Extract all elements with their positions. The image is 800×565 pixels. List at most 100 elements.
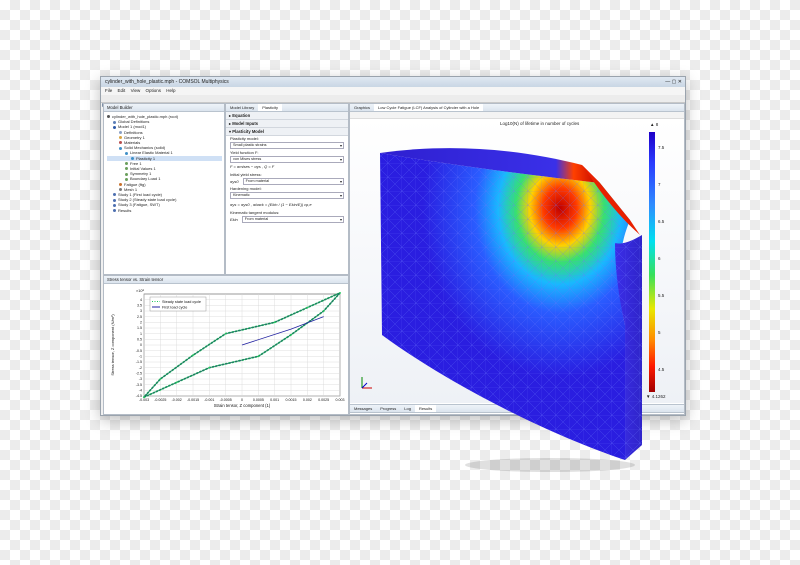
material-icon (125, 151, 128, 155)
section-model-inputs[interactable]: ▸ Model Inputs (226, 120, 348, 128)
y-tick-label: -0.5 (136, 349, 142, 353)
title-bar: cylinder_with_hole_plastic.mph - COMSOL … (101, 77, 685, 87)
y-tick-label: 1.5 (137, 326, 142, 330)
globe-icon (113, 120, 116, 124)
tab-lcf-analysis[interactable]: Low Cycle Fatigue (LCF) Analysis of Cyli… (374, 104, 484, 111)
x-tick-label: -0.0025 (154, 398, 166, 402)
tangent-select[interactable]: From material (241, 216, 344, 223)
plasticity-model-label: Plasticity model: (230, 136, 259, 141)
model-icon (113, 125, 116, 129)
y-tick-label: 2.5 (137, 315, 142, 319)
fatigue-icon (119, 183, 122, 187)
data-point (339, 291, 341, 294)
hardening-label: Hardening model: (230, 186, 262, 191)
data-point (159, 378, 162, 380)
legend-label: Steady state load cycle (162, 300, 201, 304)
x-tick-label: 0.0015 (286, 398, 297, 402)
y-tick-label: -2.5 (136, 372, 142, 376)
yield-function-label: Yield function F: (230, 150, 259, 155)
model-builder-panel: Model Builder cylinder_with_hole_plastic… (103, 103, 225, 275)
tab-model-library[interactable]: Model Library (226, 104, 258, 111)
settings-tabs: Model Library Plasticity (226, 104, 348, 112)
plasticity-model-select[interactable]: Small plastic strains (230, 142, 344, 149)
definitions-icon (119, 131, 122, 135)
model-tree: cylinder_with_hole_plastic.mph (root) Gl… (104, 112, 224, 213)
y-tick-label: -3.5 (136, 383, 142, 387)
x-tick-label: 0.003 (336, 398, 345, 402)
menu-file[interactable]: File (105, 88, 112, 93)
initial-yield-select[interactable]: From material (242, 178, 344, 185)
x-tick-label: 0.0005 (253, 398, 264, 402)
data-point (175, 381, 178, 384)
tangent-symbol: Ekin (230, 217, 238, 222)
toolbar (101, 95, 685, 107)
x-tick-label: -0.001 (204, 398, 214, 402)
data-point (208, 366, 211, 369)
tab-graphics[interactable]: Graphics (350, 104, 374, 111)
cylinder-model-render (380, 148, 642, 472)
graphics-plot-title: Log10(N) of lifetime in number of cycles (500, 121, 580, 126)
plot-panel-header: Stress tensor vs. Strain tensor (104, 276, 348, 284)
x-tick-label: -0.003 (139, 398, 149, 402)
x-tick-label: -0.0015 (187, 398, 199, 402)
y-exponent-label: ×10⁸ (136, 289, 144, 293)
solid-mechanics-icon (119, 146, 122, 150)
plasticity-icon (131, 157, 134, 161)
y-tick-label: 3 (140, 309, 142, 313)
y-tick-label: -1.5 (136, 360, 142, 364)
stress-strain-chart: -0.003 -0.0025 -0.002 -0.0015 -0.001 -0.0005 0… (110, 289, 345, 408)
menu-edit[interactable]: Edit (118, 88, 126, 93)
boundary-icon (125, 177, 128, 181)
x-tick-label: 0.002 (303, 398, 312, 402)
x-tick-label: 0.0025 (318, 398, 329, 402)
results-icon (113, 209, 116, 213)
data-point (306, 306, 309, 309)
menu-help[interactable]: Help (166, 88, 175, 93)
materials-icon (119, 141, 122, 145)
yield-formula: F = σmises − σys , Q = F (230, 164, 275, 169)
initial-yield-symbol: σys0 (230, 179, 239, 184)
tree-item-results[interactable]: Results (107, 208, 222, 213)
geometry-icon (119, 136, 122, 140)
model-builder-header: Model Builder (104, 104, 224, 112)
data-point (257, 355, 260, 358)
boundary-icon (125, 162, 128, 166)
y-tick-label: -1 (139, 355, 142, 359)
boundary-icon (125, 172, 128, 176)
plot-panel: Stress tensor vs. Strain tensor -0.003 -0… (103, 275, 349, 415)
data-point (322, 310, 325, 312)
y-tick-label: 2 (140, 321, 142, 325)
menu-bar: File Edit View Options Help (101, 87, 685, 95)
study-icon (113, 203, 116, 207)
settings-panel: Model Library Plasticity ▸ Equation ▸ Mod… (225, 103, 349, 275)
model-builder-title: Model Builder (107, 105, 133, 110)
yield-function-select[interactable]: von Mises stress (230, 156, 344, 163)
legend-label: First load cycle (162, 305, 187, 309)
x-tick-label: -0.002 (172, 398, 182, 402)
data-point (143, 396, 145, 399)
study-icon (113, 198, 116, 202)
y-tick-label: -4 (139, 389, 142, 393)
y-tick-label: 0 (140, 343, 142, 347)
menu-options[interactable]: Options (146, 88, 162, 93)
root-icon (107, 115, 110, 119)
data-point (224, 332, 227, 335)
tab-plasticity[interactable]: Plasticity (258, 104, 283, 111)
y-tick-label: 4 (140, 298, 142, 302)
data-point (290, 333, 292, 336)
y-tick-label: -3 (139, 377, 142, 381)
hardening-select[interactable]: Kinematic (230, 192, 344, 199)
window-controls-icon[interactable]: — ▢ ✕ (665, 77, 682, 87)
y-tick-label: 0.5 (137, 338, 142, 342)
study-icon (113, 193, 116, 197)
section-equation[interactable]: ▸ Equation (226, 112, 348, 120)
colorbar-max: ▲ 8 (650, 122, 659, 127)
section-plasticity-model[interactable]: ▾ Plasticity Model (226, 128, 348, 136)
y-tick-label: 1 (140, 332, 142, 336)
mesh-icon (119, 188, 122, 192)
boundary-icon (125, 167, 128, 171)
y-tick-label: -4.5 (136, 394, 142, 398)
menu-view[interactable]: View (131, 88, 141, 93)
x-tick-label: -0.0005 (220, 398, 232, 402)
data-point (192, 354, 194, 357)
